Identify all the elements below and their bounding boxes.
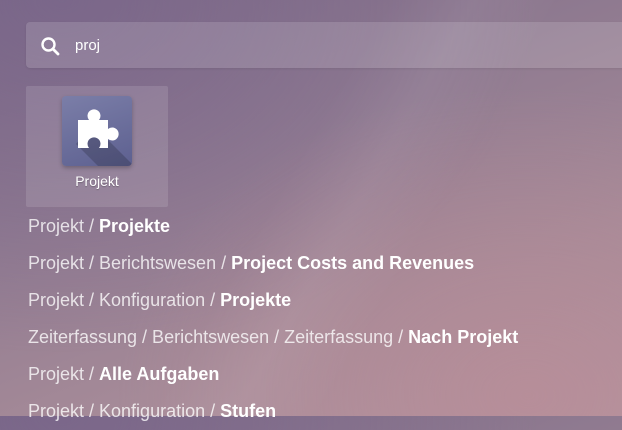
search-icon [41, 37, 60, 56]
search-bar[interactable] [26, 22, 622, 68]
menu-result-item[interactable]: Projekt / Alle Aufgaben [28, 356, 518, 393]
menu-result-item[interactable]: Zeiterfassung / Berichtswesen / Zeiterfa… [28, 319, 518, 356]
puzzle-piece-icon [76, 109, 132, 166]
menu-path: Projekt / Berichtswesen / [28, 253, 232, 273]
menu-result-item[interactable]: Projekt / Berichtswesen / Project Costs … [28, 245, 518, 282]
menu-result-item[interactable]: Projekt / Konfiguration / Projekte [28, 282, 518, 319]
menu-result-item[interactable]: Projekt / Konfiguration / Stufen [28, 393, 518, 430]
menu-target: Alle Aufgaben [99, 364, 220, 384]
menu-target: Projekte [220, 290, 292, 310]
menu-target: Project Costs and Revenues [231, 253, 475, 273]
menu-path: Projekt / Konfiguration / [28, 290, 221, 310]
menu-path: Projekt / [28, 364, 100, 384]
menu-target: Projekte [99, 216, 171, 236]
menu-result-item[interactable]: Projekt / Projekte [28, 208, 518, 245]
menu-target: Nach Projekt [408, 327, 519, 347]
menu-path: Zeiterfassung / Berichtswesen / Zeiterfa… [28, 327, 409, 347]
menu-target: Stufen [220, 401, 277, 421]
app-icon [62, 96, 132, 166]
search-input[interactable] [75, 22, 615, 68]
app-label: Projekt [75, 173, 119, 189]
menu-path: Projekt / Konfiguration / [28, 401, 221, 421]
menu-path: Projekt / [28, 216, 100, 236]
menu-results-list: Projekt / Projekte Projekt / Berichtswes… [28, 208, 518, 430]
app-tile-projekt[interactable]: Projekt [26, 86, 168, 207]
